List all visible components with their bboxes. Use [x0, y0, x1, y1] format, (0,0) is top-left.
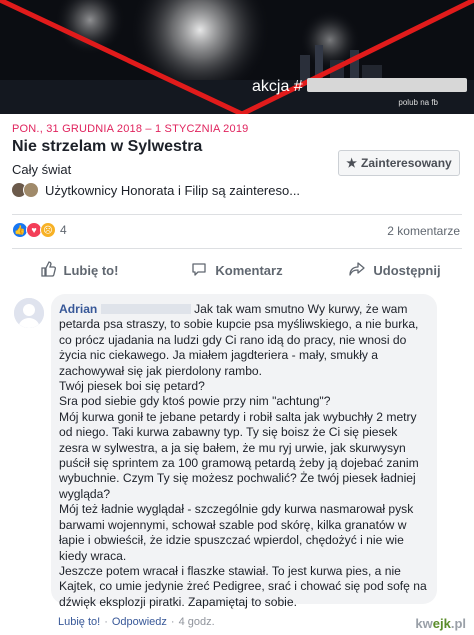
like-button-label: Lubię to!: [63, 262, 119, 278]
comment-timestamp[interactable]: 4 godz.: [179, 616, 215, 628]
banner-caption: akcja #: [252, 78, 467, 96]
sad-reaction-icon: ☹: [40, 222, 56, 238]
interested-button[interactable]: ★ Zainteresowany: [338, 150, 460, 176]
comment-like-link[interactable]: Lubię to!: [58, 616, 100, 628]
event-card: PON., 31 GRUDNIA 2018 – 1 STYCZNIA 2019 …: [0, 114, 474, 286]
avatar: [23, 182, 39, 198]
interested-friends[interactable]: Użytkownicy Honorata i Filip są zaintere…: [12, 182, 300, 198]
reactions-summary[interactable]: 👍 ♥ ☹ 4: [12, 222, 67, 238]
comment-paragraph: Adrian Jak tak wam smutno Wy kurwy, że w…: [59, 302, 429, 379]
event-date: PON., 31 GRUDNIA 2018 – 1 STYCZNIA 2019: [12, 123, 249, 135]
reaction-count: 4: [60, 223, 67, 237]
comment-reply-link[interactable]: Odpowiedz: [112, 616, 167, 628]
comment-text: Sra pod siebie gdy ktoś powie przy nim "…: [59, 394, 331, 409]
fireworks-image: [0, 0, 474, 114]
comment-text: Mój kurwa gonił te jebane petardy i robi…: [59, 409, 419, 501]
author-name-mask: [100, 304, 191, 314]
divider: [12, 214, 462, 215]
event-cover-image: akcja # polub na fb: [0, 0, 474, 114]
comment-actions: Lubię to! · Odpowiedz · 4 godz.: [58, 616, 215, 628]
divider: [12, 248, 462, 249]
speech-bubble-icon: [191, 261, 207, 280]
comments-section: Adrian Jak tak wam smutno Wy kurwy, że w…: [0, 286, 474, 635]
comment-text: Jeszcze potem wracał i flaszke stawiał. …: [59, 563, 427, 609]
share-button[interactable]: Udostępnij: [316, 256, 474, 284]
star-icon: ★: [346, 156, 358, 170]
interested-friends-text: Użytkownicy Honorata i Filip są zaintere…: [45, 182, 301, 198]
share-button-label: Udostępnij: [373, 262, 441, 278]
action-bar: Lubię to! Komentarz Udostępnij: [0, 256, 474, 284]
site-watermark: kwejk.pl: [415, 616, 466, 631]
thumbs-up-icon: [40, 260, 56, 280]
banner-subcaption: polub na fb: [398, 98, 438, 107]
comment-text: Mój też ładnie wyglądał - szczególnie gd…: [59, 502, 414, 563]
commenter-avatar[interactable]: [14, 298, 44, 328]
share-arrow-icon: [349, 261, 366, 280]
event-location: Cały świat: [12, 162, 72, 177]
event-title[interactable]: Nie strzelam w Sylwestra: [12, 138, 202, 156]
comment-text: Twój piesek boi się petard?: [59, 379, 205, 394]
comments-count[interactable]: 2 komentarze: [387, 224, 460, 238]
default-avatar-icon: [14, 298, 44, 328]
comment-bubble: Adrian Jak tak wam smutno Wy kurwy, że w…: [51, 294, 437, 609]
comment-button-label: Komentarz: [215, 262, 283, 278]
comment-button[interactable]: Komentarz: [158, 256, 316, 284]
interested-button-label: Zainteresowany: [361, 156, 452, 170]
like-button[interactable]: Lubię to!: [0, 256, 158, 284]
comment-author[interactable]: Adrian: [59, 302, 97, 316]
